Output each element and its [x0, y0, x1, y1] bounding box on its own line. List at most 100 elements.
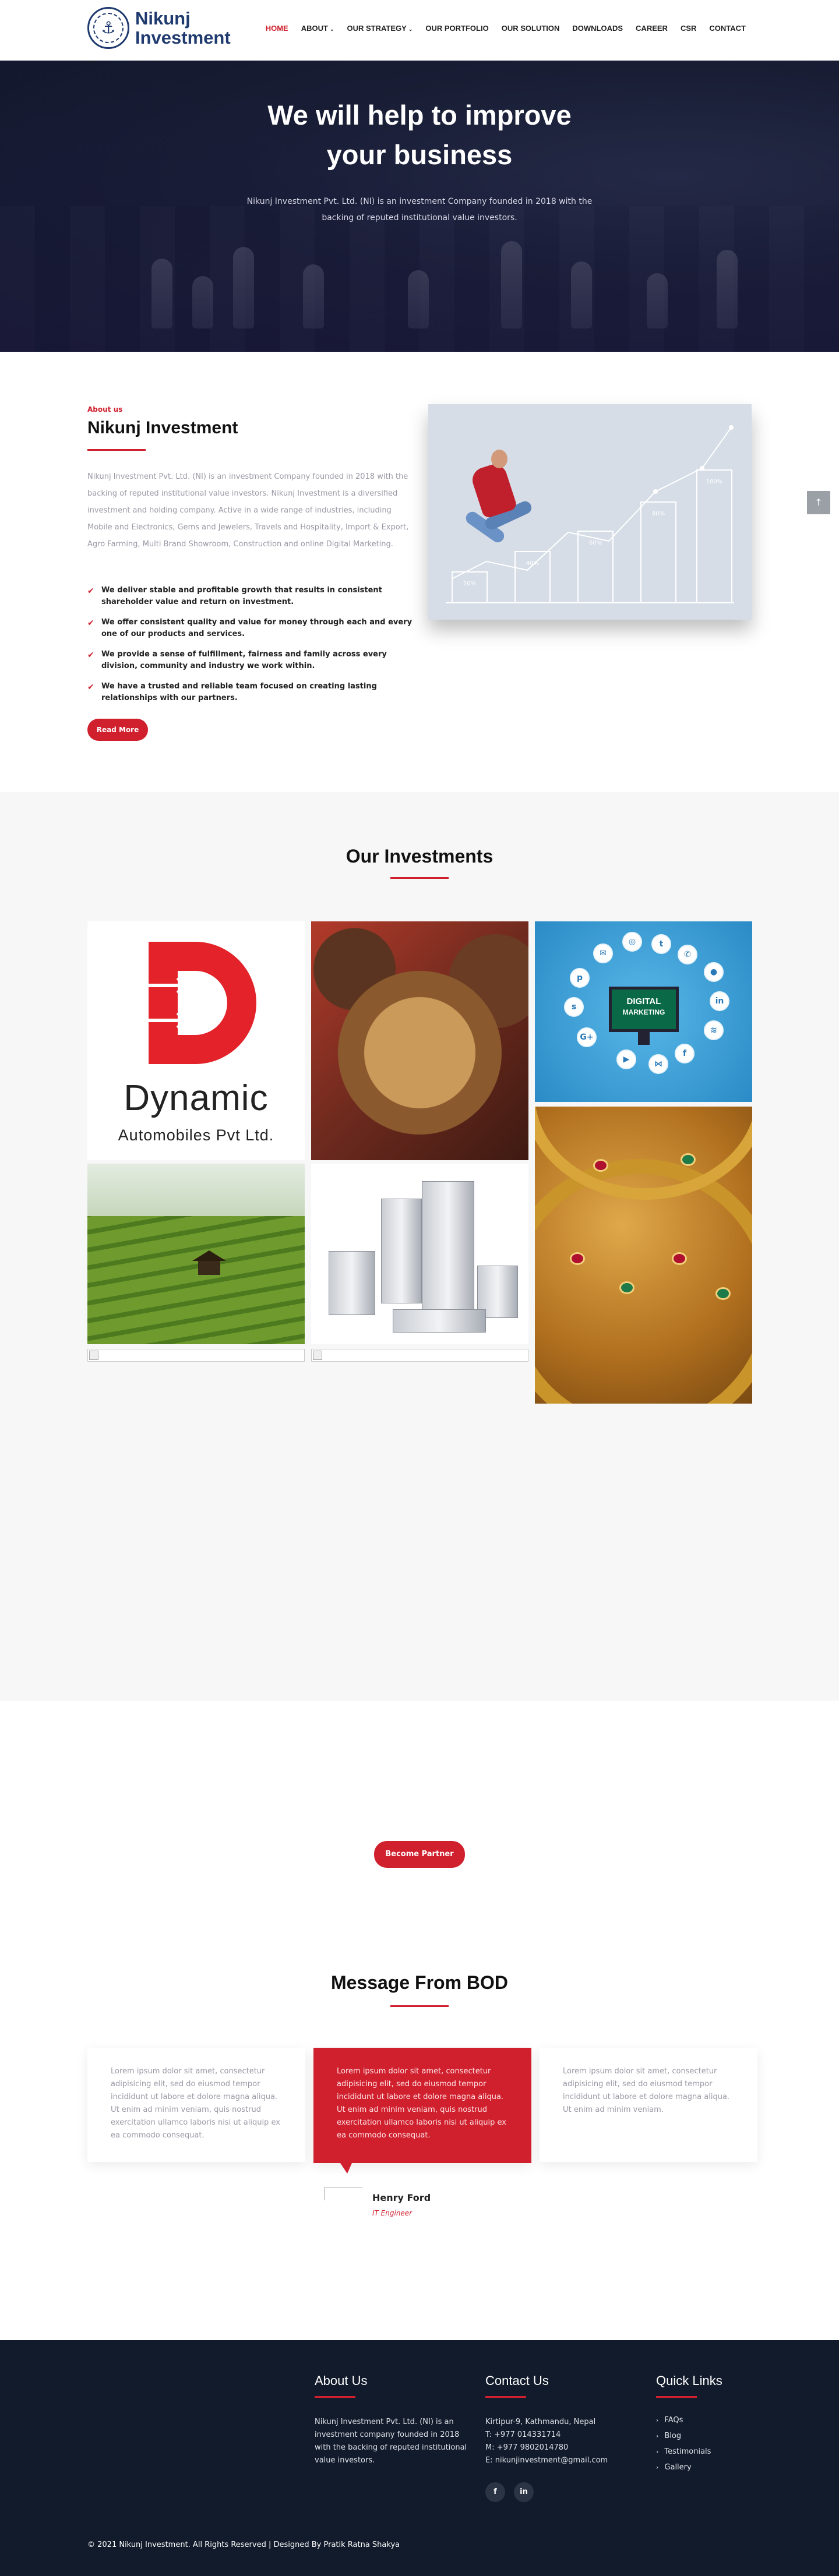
chevron-right-icon: › — [656, 2416, 659, 2424]
quick-link-label: Blog — [664, 2432, 682, 2440]
growth-illustration: 20% 40% 60% 80% 100% — [428, 404, 752, 620]
checkmark-icon: ✔ — [87, 619, 94, 628]
footer-about-title: About Us — [315, 2373, 368, 2388]
contact-mobile[interactable]: M: +977 9802014780 — [485, 2441, 643, 2454]
dynamic-subtitle: Automobiles Pvt Ltd. — [118, 1126, 274, 1144]
checkmark-icon: ✔ — [87, 586, 94, 596]
chevron-down-icon: ⌄ — [329, 26, 334, 32]
dynamic-wordmark: Dynamic — [124, 1078, 269, 1118]
gems-jewelry-tile[interactable] — [535, 1107, 752, 1404]
nav-item-downloads[interactable]: DOWNLOADS — [572, 24, 623, 33]
chart-bar: 100% — [696, 469, 732, 603]
digital-marketing-screen: DIGITAL MARKETING — [609, 987, 679, 1032]
brand-logo[interactable]: Nikunj Investment — [87, 7, 231, 49]
email-icon: ✉ — [593, 944, 613, 963]
contact-telephone[interactable]: T: +977 014331714 — [485, 2429, 643, 2441]
contact-email[interactable]: E: nikunjinvestment@gmail.com — [485, 2454, 643, 2467]
nav-item-career[interactable]: CAREER — [636, 24, 668, 33]
checkmark-icon: ✔ — [87, 683, 94, 692]
nav-item-our-strategy[interactable]: OUR STRATEGY ⌄ — [347, 24, 413, 33]
quick-link-faqs[interactable]: › FAQs — [656, 2416, 711, 2425]
twitter-icon: t — [651, 934, 671, 954]
copyright-text: © 2021 Nikunj Investment. All Rights Res… — [87, 2540, 400, 2549]
dynamic-automobiles-tile[interactable]: Dynamic Automobiles Pvt Ltd. — [87, 921, 305, 1160]
hero-title-line1: We will help to improve — [267, 100, 572, 130]
nav-item-contact[interactable]: CONTACT — [709, 24, 746, 33]
footer-rule — [485, 2396, 526, 2398]
missing-image-placeholder[interactable] — [87, 1349, 305, 1362]
nav-item-label: CAREER — [636, 24, 668, 33]
main-menu: HOME ABOUT ⌄ OUR STRATEGY ⌄ OUR PORTFOLIO OUR … — [253, 24, 746, 33]
person-role: IT Engineer — [372, 2209, 413, 2217]
brand-name: Nikunj Investment — [135, 9, 231, 47]
nav-item-our-solution[interactable]: OUR SOLUTION — [502, 24, 560, 33]
about-point: ✔ We provide a sense of fulfillment, fair… — [87, 649, 414, 672]
hero-subtitle: Nikunj Investment Pvt. Ltd. (NI) is an i… — [246, 197, 593, 222]
ruby-gem — [570, 1252, 585, 1265]
nav-item-csr[interactable]: CSR — [681, 24, 696, 33]
nav-item-label: OUR SOLUTION — [501, 24, 560, 33]
about-body: Nikunj Investment Pvt. Ltd. (NI) is an i… — [87, 472, 409, 549]
ruby-gem — [593, 1159, 608, 1172]
footer-contact-title: Contact Us — [485, 2373, 549, 2388]
quick-link-gallery[interactable]: › Gallery — [656, 2463, 711, 2472]
quick-link-blog[interactable]: › Blog — [656, 2432, 711, 2440]
skype-icon: s — [564, 997, 584, 1017]
testimonial-card: Lorem ipsum dolor sit amet, consectetur … — [540, 2048, 757, 2162]
hero-title: We will help to improve your business — [0, 96, 839, 175]
quick-link-label: Testimonials — [664, 2447, 711, 2456]
digital-marketing-tile[interactable]: ◎ t ✆ ● in ≋ ✉ p s G+ ▶ ⋈ f DIGITAL MARK… — [535, 921, 752, 1102]
brand-name-line2: Investment — [135, 27, 231, 48]
title-underline — [87, 449, 146, 451]
refrigerator-image — [422, 1181, 474, 1315]
facebook-icon[interactable]: f — [485, 2482, 505, 2502]
google-plus-icon: G+ — [577, 1027, 597, 1047]
quick-links-list: › FAQs › Blog › Testimonials › Gallery — [656, 2416, 711, 2479]
footer-rule — [656, 2396, 697, 2398]
small-appliances-image — [393, 1309, 486, 1333]
missing-image-placeholder[interactable] — [311, 1349, 528, 1362]
scroll-up-button[interactable]: ↑ — [807, 491, 830, 514]
about-point-text: We offer consistent quality and value fo… — [101, 618, 413, 638]
about-point-text: We deliver stable and profitable growth … — [101, 586, 382, 606]
nav-item-home[interactable]: HOME — [266, 24, 288, 33]
chart-bar: 60% — [577, 531, 614, 603]
investments-section: Our Investments Dynamic Automobiles Pvt … — [0, 792, 839, 1701]
nav-item-our-portfolio[interactable]: OUR PORTFOLIO — [425, 24, 488, 33]
dribbble-icon: ● — [704, 962, 724, 982]
agro-farming-tile[interactable] — [311, 921, 528, 1160]
footer-links-title: Quick Links — [656, 2373, 722, 2388]
facebook-icon: f — [675, 1044, 695, 1063]
linkedin-icon[interactable]: in — [514, 2482, 534, 2502]
chart-bar: 20% — [452, 571, 488, 603]
person-avatar — [324, 2188, 362, 2200]
marketing-label: MARKETING — [622, 1008, 665, 1016]
about-point: ✔ We deliver stable and profitable growth… — [87, 585, 414, 608]
oven-stack-image — [381, 1199, 422, 1303]
about-point-text: We provide a sense of fulfillment, fairn… — [101, 650, 387, 670]
quick-link-label: Gallery — [664, 2463, 692, 2472]
dynamic-d-logo-icon — [137, 942, 256, 1064]
terrace-landscape-tile[interactable] — [87, 1164, 305, 1344]
become-partner-button[interactable]: Become Partner — [374, 1841, 465, 1868]
broken-image-icon — [89, 1351, 98, 1360]
youtube-icon: ▶ — [616, 1050, 636, 1069]
chart-baseline — [446, 602, 734, 603]
quick-link-testimonials[interactable]: › Testimonials — [656, 2447, 711, 2456]
about-points-list: ✔ We deliver stable and profitable growth… — [87, 585, 414, 713]
camera-icon: ◎ — [622, 932, 642, 952]
about-point-text: We have a trusted and reliable team focu… — [101, 682, 377, 702]
chart-bar: 80% — [640, 501, 676, 603]
nav-item-about[interactable]: ABOUT ⌄ — [301, 24, 334, 33]
about-section: About us Nikunj Investment Nikunj Invest… — [0, 352, 839, 792]
emerald-gem — [681, 1153, 696, 1166]
navbar: Nikunj Investment HOME ABOUT⌄ OUR STRATEGY… — [0, 0, 839, 61]
electronics-appliances-tile[interactable] — [311, 1164, 528, 1344]
about-point: ✔ We offer consistent quality and value f… — [87, 617, 414, 640]
nav-item-label: CONTACT — [709, 24, 746, 33]
about-point: ✔ We have a trusted and reliable team foc… — [87, 681, 414, 704]
chevron-right-icon: › — [656, 2432, 659, 2440]
testimonial-card-active: Lorem ipsum dolor sit amet, consectetur … — [313, 2048, 531, 2163]
about-title: Nikunj Investment — [87, 418, 238, 437]
read-more-button[interactable]: Read More — [87, 719, 148, 741]
